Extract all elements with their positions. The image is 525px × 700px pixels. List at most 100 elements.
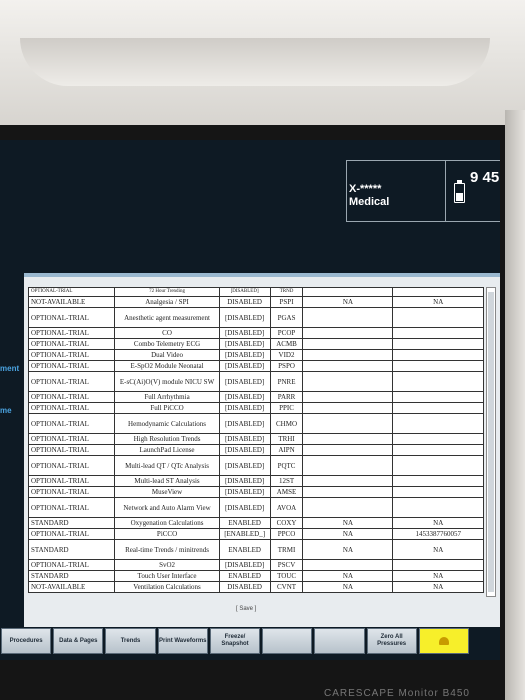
table-row: NOT-AVAILABLE Ventilation Calculations DIS… [27,581,484,593]
scrollbar-thumb[interactable] [488,292,494,592]
table-cell: NA [392,539,484,560]
table-cell: [DISABLED] [218,455,271,476]
table-cell: OPTIONAL-TRIAL [27,327,116,339]
table-cell: NA [392,517,484,529]
print-waveforms-button[interactable]: Print Waveforms [157,628,208,654]
data-pages-button[interactable]: Data & Pages [53,628,104,654]
table-cell: NOT-AVAILABLE [27,296,116,308]
table-cell: DISABLED [218,296,271,308]
table-cell: OPTIONAL-TRIAL [27,371,116,392]
table-cell: CO [114,327,220,339]
table-cell: PQTC [269,455,304,476]
table-cell: Network and Auto Alarm View [114,497,220,518]
table-cell [392,475,484,487]
table-cell: NA [302,296,394,308]
monitor-screen: X-***** Medical 9 45 ment me OPTIONAL-TR… [0,140,500,660]
table-cell [392,338,484,350]
monitor-side-casing [505,110,525,700]
patient-info: X-***** Medical [347,161,446,221]
table-cell: STANDARD [27,570,116,582]
table-cell: [DISABLED] [218,349,271,361]
table-cell: Hemodynamic Calculations [114,413,220,434]
table-cell: OPTIONAL-TRIAL [27,486,116,498]
table-cell [392,287,484,297]
zero-all-pressures-button[interactable]: Zero All Pressures [366,628,417,654]
table-cell [392,486,484,498]
table-cell: ENABLED [218,570,271,582]
table-cell: Real-time Trends / minitrends [114,539,220,560]
table-row: OPTIONAL-TRIAL CO [DISABLED] PCOP [27,327,484,339]
table-cell: PSPI [269,296,304,308]
table-cell: AIPN [269,444,304,456]
table-row: OPTIONAL-TRIAL MuseView [DISABLED] AMSE [27,486,484,498]
blank-button-1[interactable] [262,628,313,654]
table-row: OPTIONAL-TRIAL Dual Video [DISABLED] VID2 [27,349,484,361]
license-table: OPTIONAL-TRIAL 72 Hour Trending [DISABLED]… [27,287,484,593]
table-cell [302,559,394,571]
table-cell: Multi-lead ST Analysis [114,475,220,487]
clock-area: 9 45 [446,161,500,221]
license-dialog: OPTIONAL-TRIAL 72 Hour Trending [DISABLED]… [24,273,500,627]
table-cell [392,559,484,571]
table-cell: OPTIONAL-TRIAL [27,497,116,518]
table-cell [302,433,394,445]
table-cell [392,455,484,476]
battery-level-fill [456,193,463,201]
table-cell [302,391,394,403]
bell-icon [438,637,449,645]
table-cell [302,371,394,392]
table-cell: [DISABLED] [218,475,271,487]
table-cell: [DISABLED] [218,444,271,456]
table-row: OPTIONAL-TRIAL Anesthetic agent measureme… [27,307,484,328]
table-cell: Touch User Interface [114,570,220,582]
table-row: NOT-AVAILABLE Analgesia / SPI DISABLED PSPI… [27,296,484,308]
table-cell [392,349,484,361]
table-row: OPTIONAL-TRIAL Multi-lead ST Analysis [DIS… [27,475,484,487]
alarm-button[interactable] [418,628,469,654]
table-row: OPTIONAL-TRIAL Multi-lead QT / QTc Analys… [27,455,484,476]
table-cell: [DISABLED] [218,338,271,350]
table-cell: ENABLED [218,539,271,560]
patient-status-panel[interactable]: X-***** Medical 9 45 [346,160,500,222]
table-cell [302,349,394,361]
save-button[interactable]: [ Save ] [236,606,256,612]
table-cell: Full Arrhythmia [114,391,220,403]
table-cell: E-sC(Ai)O(V) module NICU SW [114,371,220,392]
table-cell: NA [302,581,394,593]
bottom-toolbar: Procedures Data & Pages Trends Print Wav… [0,627,470,655]
table-cell: PCOP [269,327,304,339]
table-cell [302,338,394,350]
table-cell: [DISABLED] [218,486,271,498]
table-cell: OPTIONAL-TRIAL [27,349,116,361]
table-cell: PPIC [269,402,304,414]
table-cell: OPTIONAL-TRIAL [27,413,116,434]
table-scrollbar[interactable] [486,287,496,597]
table-cell [392,497,484,518]
table-cell: [DISABLED] [218,559,271,571]
table-cell: TRND [269,287,304,297]
table-cell: PPCO [269,528,304,540]
table-cell [392,402,484,414]
table-row: STANDARD Real-time Trends / minitrends ENA… [27,539,484,560]
table-cell [392,413,484,434]
trends-button[interactable]: Trends [105,628,156,654]
table-cell: LaunchPad License [114,444,220,456]
procedures-button[interactable]: Procedures [1,628,52,654]
monitor-bezel-top [0,0,525,140]
table-cell: [DISABLED] [218,371,271,392]
table-row: OPTIONAL-TRIAL Combo Telemetry ECG [DISABL… [27,338,484,350]
clock-time: 9 45 [470,169,500,186]
blank-button-2[interactable] [314,628,365,654]
table-cell: CVNT [269,581,304,593]
freeze-snapshot-button[interactable]: Freeze/ Snapshot [209,628,261,654]
table-cell: [ENABLED_] [218,528,271,540]
table-cell: Multi-lead QT / QTc Analysis [114,455,220,476]
table-cell: OPTIONAL-TRIAL [27,455,116,476]
side-menu-label-1[interactable]: ment [0,364,19,373]
table-cell [302,497,394,518]
table-cell: DISABLED [218,581,271,593]
side-menu-label-2[interactable]: me [0,406,12,415]
table-cell [302,307,394,328]
table-cell: STANDARD [27,517,116,529]
table-cell: NA [302,539,394,560]
